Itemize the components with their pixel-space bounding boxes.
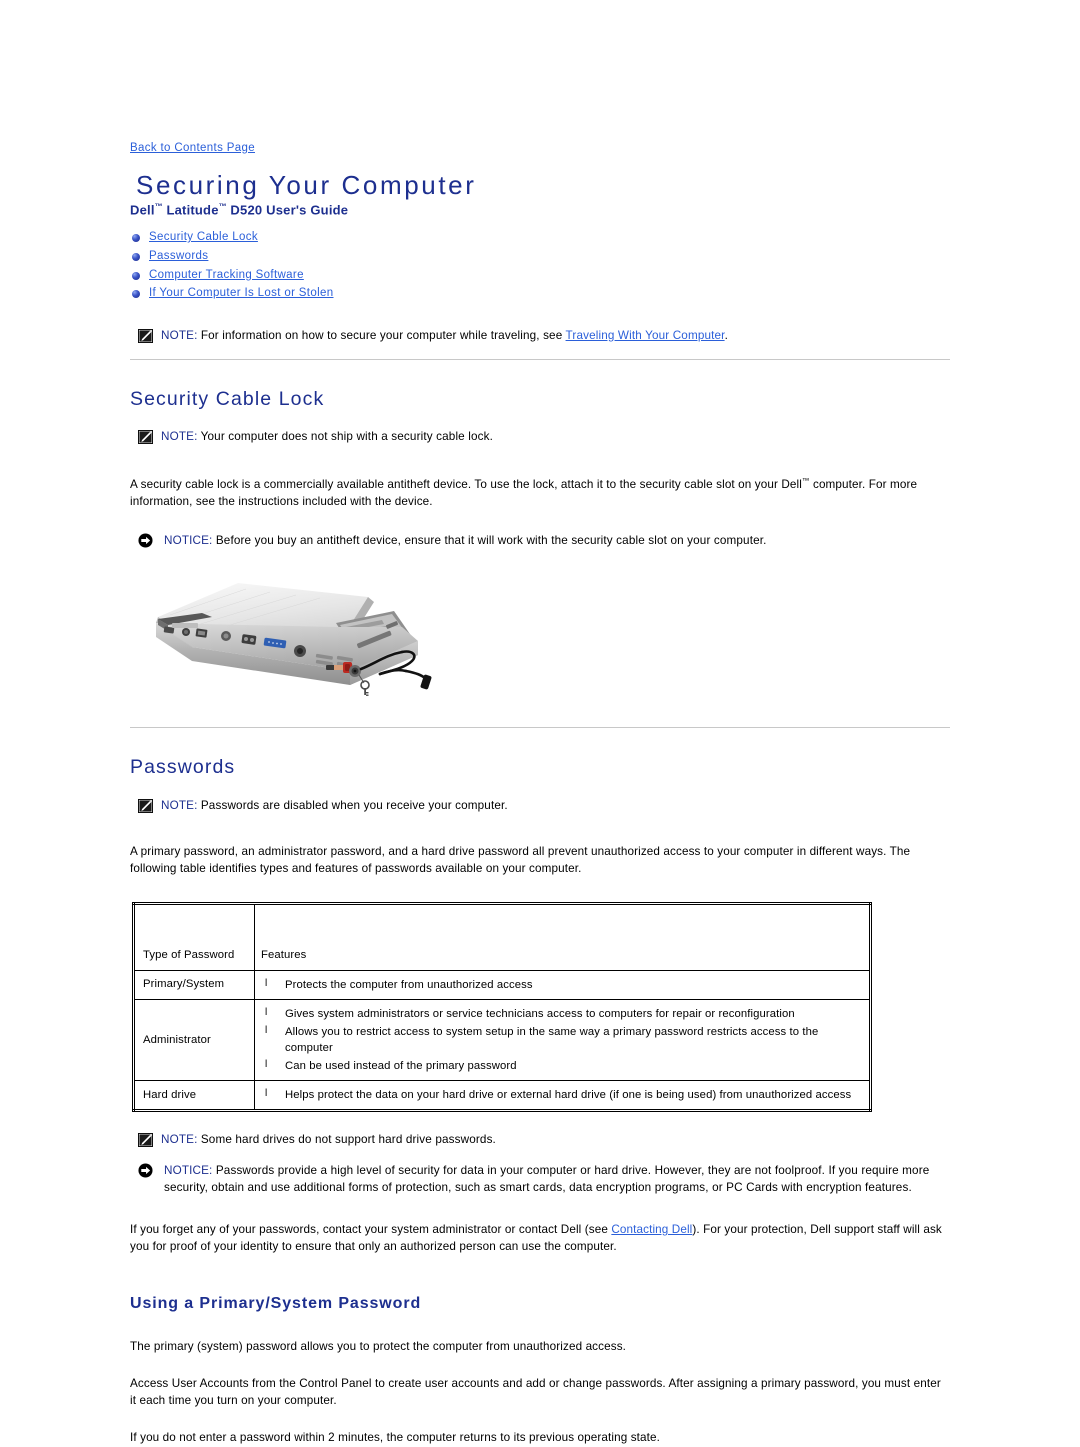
feature-list: Helps protect the data on your hard driv…: [263, 1087, 861, 1103]
password-type-primary: Primary/System: [133, 970, 255, 1001]
notice-label: NOTICE:: [164, 533, 213, 547]
note-text: NOTE: Passwords are disabled when you re…: [161, 798, 508, 812]
notice-arrow-icon: [138, 533, 153, 548]
primary-password-paragraph-3: If you do not enter a password within 2 …: [130, 1431, 661, 1445]
list-item: Helps protect the data on your hard driv…: [265, 1087, 861, 1103]
note-label: NOTE:: [161, 1133, 198, 1147]
trademark-symbol-1: ™: [154, 201, 163, 211]
note-traveling: NOTE: For information on how to secure y…: [138, 328, 950, 345]
note-pencil-icon: [138, 1133, 153, 1148]
list-item: Protects the computer from unauthorized …: [265, 977, 861, 993]
notice-text: NOTICE: Passwords provide a high level o…: [164, 1163, 930, 1194]
note-label: NOTE:: [161, 329, 198, 343]
note-text: NOTE: Some hard drives do not support ha…: [161, 1133, 496, 1147]
section-heading-security-cable-lock: Security Cable Lock: [130, 387, 325, 410]
section-heading-passwords: Passwords: [130, 756, 236, 779]
list-item: Passwords: [132, 250, 950, 264]
notice-antitheft-device: NOTICE: Before you buy an antitheft devi…: [138, 533, 950, 550]
note-passwords-disabled: NOTE: Passwords are disabled when you re…: [138, 798, 950, 815]
note-hard-drive-passwords: NOTE: Some hard drives do not support ha…: [138, 1132, 950, 1149]
notice-password-security: NOTICE: Passwords provide a high level o…: [138, 1163, 950, 1196]
document-page: Back to Contents Page Securing Your Comp…: [0, 0, 1080, 1444]
list-item: Gives system administrators or service t…: [265, 1006, 861, 1022]
passwords-intro-paragraph: A primary password, an administrator pas…: [130, 845, 911, 876]
list-item: Security Cable Lock: [132, 231, 950, 245]
table-row: Hard drive Helps protect the data on you…: [133, 1080, 871, 1112]
back-to-contents-link[interactable]: Back to Contents Page: [130, 142, 255, 154]
password-features-hard-drive: Helps protect the data on your hard driv…: [254, 1080, 871, 1112]
toc-link-passwords[interactable]: Passwords: [149, 250, 208, 262]
table-row: Primary/System Protects the computer fro…: [133, 970, 871, 1001]
note-label: NOTE:: [161, 430, 198, 444]
sphere-bullet-icon: [132, 252, 140, 261]
note-label: NOTE:: [161, 798, 198, 812]
list-item: Computer Tracking Software: [132, 269, 950, 283]
list-item: Can be used instead of the primary passw…: [265, 1058, 861, 1074]
toc-link-if-your-computer-is-lost-or-stolen[interactable]: If Your Computer Is Lost or Stolen: [149, 287, 334, 299]
notice-text: NOTICE: Before you buy an antitheft devi…: [164, 533, 767, 547]
list-item: If Your Computer Is Lost or Stolen: [132, 287, 950, 301]
sphere-bullet-icon: [132, 271, 140, 280]
note-text: NOTE: Your computer does not ship with a…: [161, 430, 494, 444]
password-type-administrator: Administrator: [133, 999, 255, 1082]
password-type-hard-drive: Hard drive: [133, 1080, 255, 1112]
note-no-cable-lock: NOTE: Your computer does not ship with a…: [138, 429, 950, 446]
note-pencil-icon: [138, 329, 153, 344]
primary-password-paragraph-2: Access User Accounts from the Control Pa…: [130, 1377, 941, 1408]
password-types-table: Type of Password Features Primary/System…: [132, 902, 872, 1113]
note-pencil-icon: [138, 798, 153, 813]
notice-arrow-icon: [138, 1163, 153, 1178]
trademark-symbol-2: ™: [218, 201, 227, 211]
sphere-bullet-icon: [132, 233, 140, 242]
password-features-primary: Protects the computer from unauthorized …: [254, 970, 871, 1001]
trademark-symbol: ™: [801, 475, 810, 485]
sphere-bullet-icon: [132, 290, 140, 299]
note-text: NOTE: For information on how to secure y…: [161, 329, 728, 343]
security-cable-paragraph: A security cable lock is a commercially …: [130, 475, 918, 508]
feature-list: Gives system administrators or service t…: [263, 1006, 861, 1074]
table-row: Administrator Gives system administrator…: [133, 999, 871, 1082]
column-header-features: Features: [254, 903, 871, 972]
forgot-password-paragraph: If you forget any of your passwords, con…: [130, 1223, 942, 1254]
laptop-illustration: [156, 583, 432, 697]
traveling-with-your-computer-link[interactable]: Traveling With Your Computer: [566, 329, 725, 342]
document-subtitle: Dell™ Latitude™ D520 User's Guide: [130, 201, 349, 217]
table-of-contents: Security Cable Lock Passwords Computer T…: [132, 231, 950, 301]
feature-list: Protects the computer from unauthorized …: [263, 977, 861, 993]
list-item: Allows you to restrict access to system …: [265, 1024, 861, 1056]
table-header-row: Type of Password Features: [133, 903, 871, 972]
primary-password-paragraph-1: The primary (system) password allows you…: [130, 1340, 627, 1354]
laptop-security-lock-photo: [150, 575, 450, 703]
section-heading-using-primary-password: Using a Primary/System Password: [130, 1295, 422, 1313]
toc-link-computer-tracking-software[interactable]: Computer Tracking Software: [149, 269, 304, 281]
page-title: Securing Your Computer: [136, 170, 477, 200]
column-header-type: Type of Password: [133, 903, 255, 972]
toc-link-security-cable-lock[interactable]: Security Cable Lock: [149, 231, 258, 243]
contacting-dell-link[interactable]: Contacting Dell: [611, 1223, 692, 1236]
notice-label: NOTICE:: [164, 1163, 213, 1177]
password-features-administrator: Gives system administrators or service t…: [254, 999, 871, 1082]
note-pencil-icon: [138, 430, 153, 445]
